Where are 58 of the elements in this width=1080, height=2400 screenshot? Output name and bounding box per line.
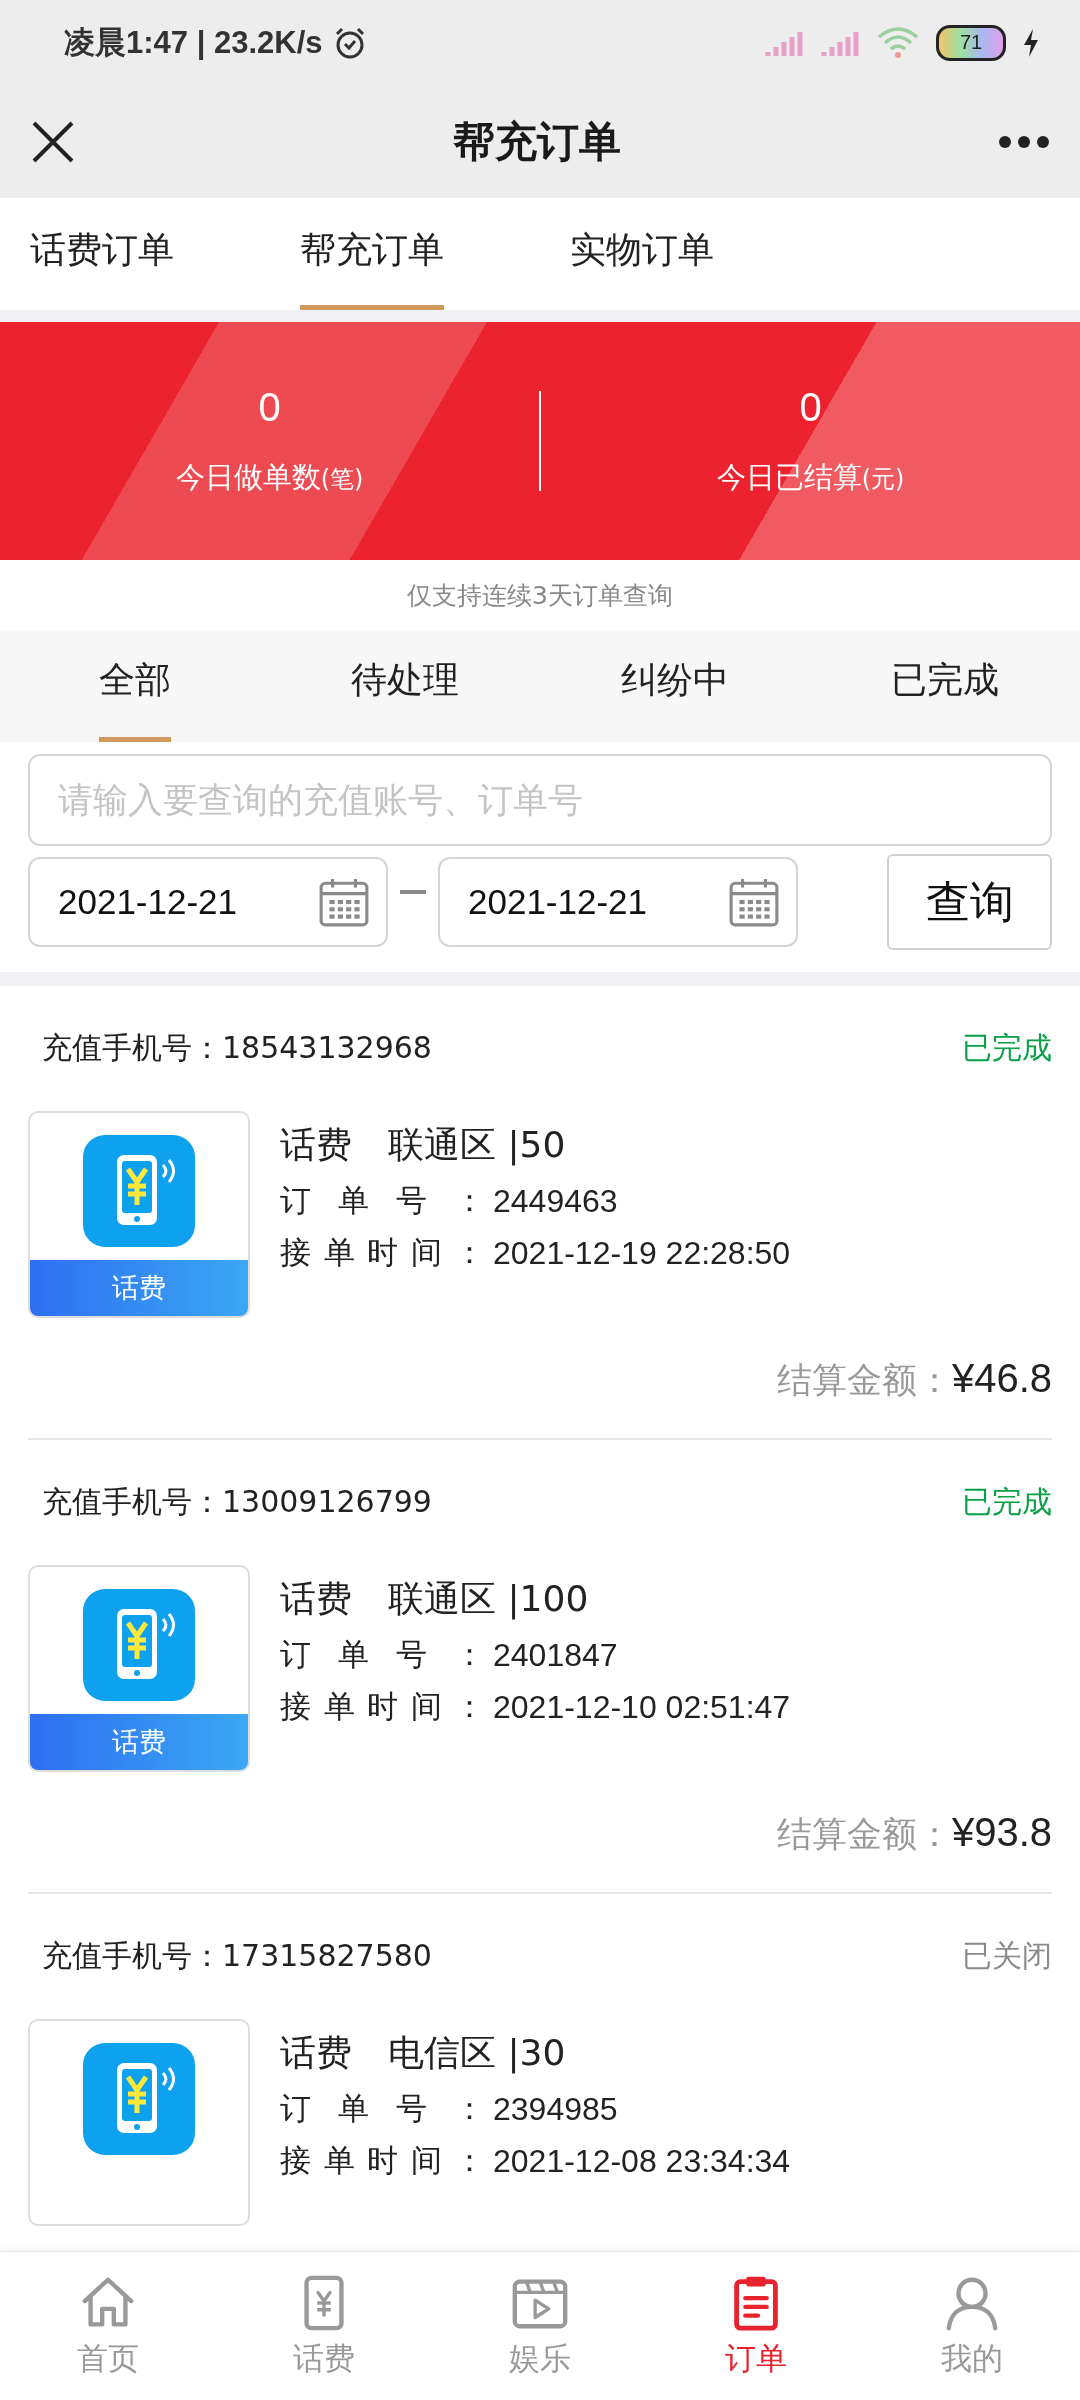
summary-value: 0 bbox=[799, 384, 822, 430]
summary-label: 今日已结算(元) bbox=[716, 458, 905, 496]
calendar-icon[interactable] bbox=[318, 876, 370, 928]
product-category: 话费 bbox=[280, 2031, 352, 2075]
order-tab[interactable]: 实物订单 bbox=[570, 226, 714, 310]
phone-number: 充值手机号：18543132968 bbox=[42, 1029, 432, 1067]
page-title: 帮充订单 bbox=[453, 115, 621, 168]
date-field[interactable]: 2021-12-21 bbox=[28, 857, 388, 947]
product-name: 联通区 |50 bbox=[388, 1123, 566, 1168]
date-field[interactable]: 2021-12-21 bbox=[438, 857, 798, 947]
calendar-icon[interactable] bbox=[728, 876, 780, 928]
nav-tab[interactable]: 订单 bbox=[648, 2252, 864, 2400]
product-name: 联通区 |100 bbox=[388, 1577, 589, 1622]
order-number: 2449463 bbox=[493, 1182, 618, 1220]
order-status: 已完成 bbox=[962, 1029, 1052, 1067]
order-time: 2021-12-08 23:34:34 bbox=[493, 2142, 791, 2180]
order-number: 2394985 bbox=[493, 2090, 618, 2128]
status-tab[interactable]: 纠纷中 bbox=[621, 656, 729, 742]
product-category: 话费 bbox=[280, 1123, 352, 1167]
amount-value: ¥46.8 bbox=[951, 1356, 1052, 1401]
phone-recharge-icon bbox=[83, 1135, 195, 1247]
charging-icon bbox=[1022, 27, 1040, 58]
status-tab[interactable]: 已完成 bbox=[891, 656, 999, 742]
phone-recharge-icon bbox=[83, 1589, 195, 1701]
field-label: 接单时间： bbox=[280, 2141, 485, 2180]
summary-label: 今日做单数(笔) bbox=[175, 458, 364, 496]
order-time: 2021-12-10 02:51:47 bbox=[493, 1688, 791, 1726]
product-category: 话费 bbox=[280, 1577, 352, 1621]
search-field[interactable]: 请输入要查询的充值账号、订单号 bbox=[28, 754, 1052, 846]
amount-label: 结算金额： bbox=[776, 1813, 952, 1856]
phone-number: 充值手机号：13009126799 bbox=[42, 1483, 432, 1521]
order-tab[interactable]: 话费订单 bbox=[30, 226, 174, 310]
summary-value: 0 bbox=[258, 384, 281, 430]
battery-icon: 71 bbox=[936, 24, 1006, 61]
wifi-icon bbox=[876, 24, 920, 61]
order-number: 2401847 bbox=[493, 1636, 618, 1674]
notice-text: 仅支持连续3天订单查询 bbox=[407, 579, 673, 612]
category-badge: 话费 bbox=[30, 1714, 248, 1770]
more-icon[interactable] bbox=[998, 134, 1050, 149]
status-tab[interactable]: 待处理 bbox=[351, 656, 459, 742]
order-tab[interactable]: 帮充订单 bbox=[300, 226, 444, 310]
phone-number: 充值手机号：17315827580 bbox=[42, 1937, 432, 1975]
product-name: 电信区 |30 bbox=[388, 2031, 566, 2076]
field-label: 订单号： bbox=[280, 2089, 485, 2128]
field-label: 接单时间： bbox=[280, 1233, 485, 1272]
field-label: 接单时间： bbox=[280, 1687, 485, 1726]
category-badge: 话费 bbox=[30, 1260, 248, 1316]
status-time: 凌晨1:47 | 23.2K/s bbox=[64, 23, 323, 62]
field-label: 订单号： bbox=[280, 1181, 485, 1220]
field-label: 订单号： bbox=[280, 1635, 485, 1674]
amount-value: ¥93.8 bbox=[951, 1810, 1052, 1855]
order-status: 已完成 bbox=[962, 1483, 1052, 1521]
amount-label: 结算金额： bbox=[776, 1359, 952, 1402]
query-button[interactable]: 查询 bbox=[887, 854, 1052, 950]
phone-recharge-icon bbox=[83, 2043, 195, 2155]
order-status: 已关闭 bbox=[962, 1937, 1052, 1975]
order-time: 2021-12-19 22:28:50 bbox=[493, 1234, 791, 1272]
status-tab[interactable]: 全部 bbox=[99, 656, 171, 742]
